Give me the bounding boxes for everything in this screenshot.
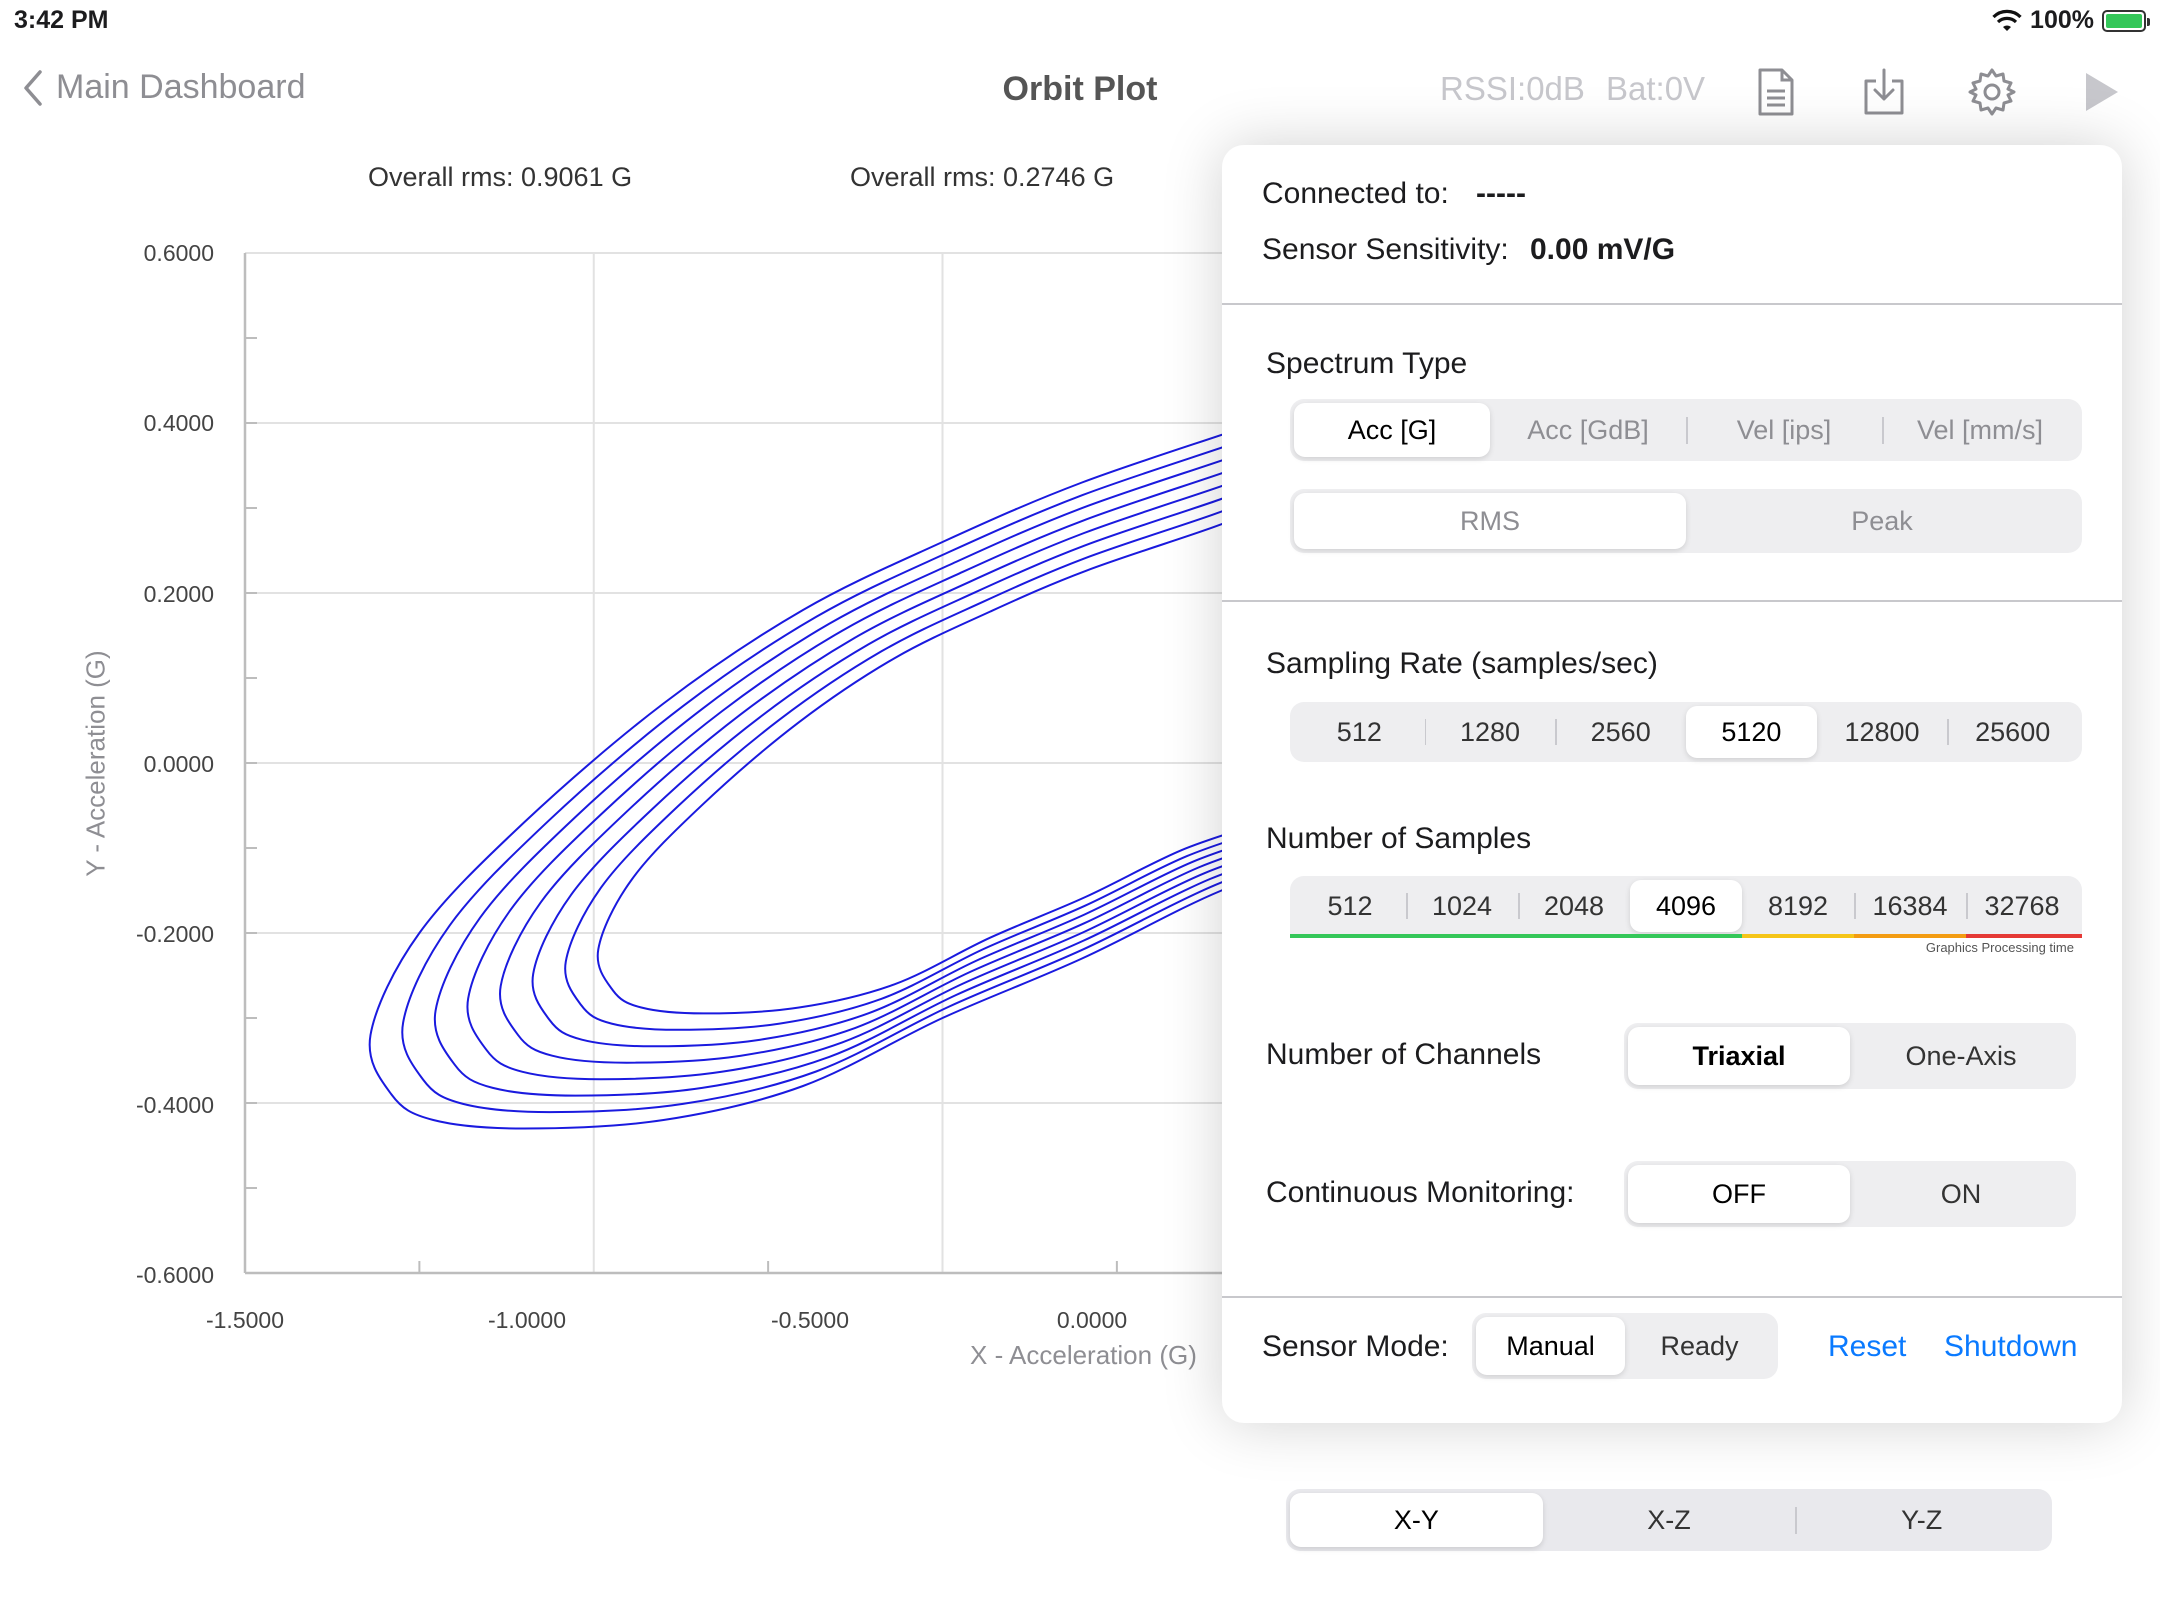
samples-option-2048[interactable]: 2048 xyxy=(1518,880,1630,932)
gear-icon xyxy=(1968,68,2016,116)
settings-button[interactable] xyxy=(1964,64,2020,120)
spectrum-type-title: Spectrum Type xyxy=(1266,347,1468,380)
orbit-loop xyxy=(564,507,1230,1031)
graphics-processing-note: Graphics Processing time xyxy=(1925,940,2074,955)
wifi-icon xyxy=(1992,9,2022,31)
reset-button[interactable]: Reset xyxy=(1828,1330,1906,1364)
channels-option-triaxial[interactable]: Triaxial xyxy=(1628,1027,1850,1085)
battery-percent: 100% xyxy=(2030,6,2094,34)
sensor-mode-ready[interactable]: Ready xyxy=(1625,1317,1774,1375)
channels-title: Number of Channels xyxy=(1266,1038,1542,1071)
sensor-mode-control: Manual Ready xyxy=(1472,1313,1778,1379)
samples-option-16384[interactable]: 16384 xyxy=(1854,880,1966,932)
sampling-rate-control: 512 1280 2560 5120 12800 25600 xyxy=(1290,702,2082,762)
chart-grid xyxy=(243,252,1230,1275)
orbit-loop xyxy=(368,430,1230,1130)
plane-option-x-y[interactable]: X-Y xyxy=(1290,1493,1543,1547)
document-icon xyxy=(1758,68,1794,116)
shutdown-button[interactable]: Shutdown xyxy=(1944,1330,2077,1364)
sensitivity-label: Sensor Sensitivity: xyxy=(1262,233,1509,266)
divider xyxy=(1222,1296,2122,1298)
spectrum-option-vel-mms[interactable]: Vel [mm/s] xyxy=(1882,403,2078,457)
sampling-option-512[interactable]: 512 xyxy=(1294,706,1425,758)
rssi-readout: RSSI:0dB xyxy=(1440,70,1585,107)
measure-option-rms[interactable]: RMS xyxy=(1294,493,1686,549)
spectrum-option-acc-g[interactable]: Acc [G] xyxy=(1294,403,1490,457)
sampling-option-5120[interactable]: 5120 xyxy=(1686,706,1817,758)
report-button[interactable] xyxy=(1748,64,1804,120)
samples-option-512[interactable]: 512 xyxy=(1294,880,1406,932)
orbit-chart xyxy=(243,252,1230,1275)
processing-indicator-red xyxy=(1966,934,2082,938)
divider xyxy=(1222,303,2122,305)
monitoring-option-off[interactable]: OFF xyxy=(1628,1165,1850,1223)
spectrum-option-acc-gdb[interactable]: Acc [GdB] xyxy=(1490,403,1686,457)
sampling-option-2560[interactable]: 2560 xyxy=(1555,706,1686,758)
orbit-series xyxy=(368,430,1230,1130)
connected-value: ----- xyxy=(1476,177,1526,210)
x-tick-label: 0.0000 xyxy=(1056,1307,1128,1333)
monitoring-control: OFF ON xyxy=(1624,1161,2076,1227)
popover-arrow xyxy=(1976,124,2020,146)
monitoring-option-on[interactable]: ON xyxy=(1850,1165,2072,1223)
samples-control: 512 1024 2048 4096 8192 16384 32768 xyxy=(1290,876,2082,936)
settings-popover: Connected to: ----- Sensor Sensitivity: … xyxy=(1222,145,2122,1423)
plane-selector: X-Y X-Z Y-Z xyxy=(1286,1489,2052,1551)
battery-readout: Bat:0V xyxy=(1606,70,1706,107)
sampling-option-25600[interactable]: 25600 xyxy=(1947,706,2078,758)
divider xyxy=(1222,600,2122,602)
sampling-rate-title: Sampling Rate (samples/sec) xyxy=(1266,647,1658,680)
sampling-option-12800[interactable]: 12800 xyxy=(1817,706,1948,758)
sampling-option-1280[interactable]: 1280 xyxy=(1424,706,1556,758)
orbit-loop xyxy=(596,519,1230,1015)
processing-indicator-orange xyxy=(1854,934,1966,938)
processing-indicator-yellow xyxy=(1742,934,1854,938)
plane-option-y-z[interactable]: Y-Z xyxy=(1795,1493,2048,1547)
download-button[interactable] xyxy=(1856,64,1912,120)
samples-option-8192[interactable]: 8192 xyxy=(1742,880,1854,932)
samples-option-4096[interactable]: 4096 xyxy=(1630,880,1742,932)
battery-fill xyxy=(2106,13,2142,28)
x-tick-label: -0.5000 xyxy=(770,1307,849,1333)
measure-type-control: RMS Peak xyxy=(1290,489,2082,553)
battery-icon xyxy=(2102,9,2150,32)
plane-option-x-z[interactable]: X-Z xyxy=(1543,1493,1796,1547)
samples-option-1024[interactable]: 1024 xyxy=(1406,880,1518,932)
samples-title: Number of Samples xyxy=(1266,822,1532,855)
download-icon xyxy=(1864,68,1904,115)
spectrum-type-control: Acc [G] Acc [GdB] Vel [ips] Vel [mm/s] xyxy=(1290,399,2082,461)
orbit-loop xyxy=(531,494,1230,1048)
monitoring-title: Continuous Monitoring: xyxy=(1266,1176,1575,1209)
x-tick-label: -1.5000 xyxy=(205,1307,284,1333)
sensor-mode-title: Sensor Mode: xyxy=(1262,1330,1449,1363)
x-tick-label: -1.0000 xyxy=(487,1307,566,1333)
x-axis-title: X - Acceleration (G) xyxy=(970,1340,1197,1370)
samples-option-32768[interactable]: 32768 xyxy=(1966,880,2078,932)
processing-indicator-green xyxy=(1290,934,1742,938)
measure-option-peak[interactable]: Peak xyxy=(1686,493,2078,549)
play-button[interactable] xyxy=(2074,64,2130,120)
play-icon xyxy=(2086,73,2118,111)
channels-control: Triaxial One-Axis xyxy=(1624,1023,2076,1089)
status-right: 100% xyxy=(1992,6,2150,35)
sensitivity-value: 0.00 mV/G xyxy=(1530,233,1676,266)
spectrum-option-vel-ips[interactable]: Vel [ips] xyxy=(1686,403,1882,457)
orbit-loop xyxy=(498,482,1230,1064)
sensor-mode-manual[interactable]: Manual xyxy=(1476,1317,1625,1375)
connected-label: Connected to: xyxy=(1262,177,1449,210)
channels-option-one-axis[interactable]: One-Axis xyxy=(1850,1027,2072,1085)
